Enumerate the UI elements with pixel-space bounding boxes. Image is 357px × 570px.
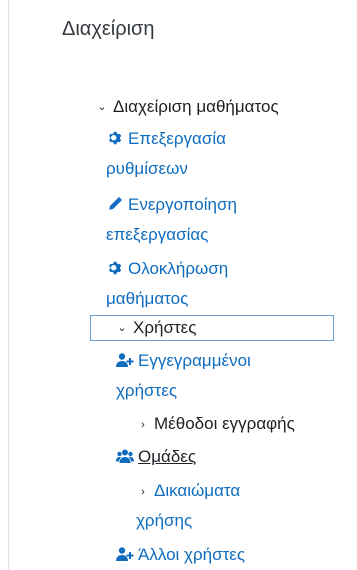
tree-item-groups[interactable]: Ομάδες [116,446,196,468]
tree-item-course-completion[interactable]: Ολοκλήρωση [106,258,228,280]
users-icon [116,448,134,464]
enrolled-users-link-line2[interactable]: χρήστες [116,381,177,400]
tree-item-turn-editing-on-cont[interactable]: επεξεργασίας [106,224,208,246]
course-completion-link-line1[interactable]: Ολοκλήρωση [128,259,228,278]
tree-item-label: Χρήστες [133,318,197,337]
tree-item-turn-editing-on[interactable]: Ενεργοποίηση [106,194,237,216]
tree-item-permissions-cont[interactable]: χρήσης [136,510,192,532]
tree-item-enrolled-users-cont[interactable]: χρήστες [116,380,177,402]
course-completion-link-line2[interactable]: μαθήματος [106,289,188,308]
user-plus-icon [116,546,134,562]
tree-item-enrolment-methods[interactable]: › Μέθοδοι εγγραφής [136,413,295,437]
permissions-link-line1[interactable]: Δικαιώματα [154,481,240,500]
turn-editing-on-link-line2[interactable]: επεξεργασίας [106,225,208,244]
edit-settings-link-line1[interactable]: Επεξεργασία [128,129,226,148]
tree-item-other-users[interactable]: Άλλοι χρήστες [116,544,245,566]
admin-tree: ⌄ Διαχείριση μαθήματος Επεξεργασία ρυθμίσ… [35,0,357,570]
tree-item-course-completion-cont[interactable]: μαθήματος [106,288,188,310]
turn-editing-on-link-line1[interactable]: Ενεργοποίηση [128,195,237,214]
groups-link[interactable]: Ομάδες [138,447,196,466]
permissions-link-line2[interactable]: χρήσης [136,511,192,530]
chevron-right-icon: › [141,486,145,498]
pencil-icon [106,196,124,212]
chevron-right-icon: › [141,419,145,431]
page-divider [8,0,9,570]
tree-item-label: Μέθοδοι εγγραφής [154,414,295,433]
other-users-link[interactable]: Άλλοι χρήστες [138,545,245,564]
tree-item-users[interactable]: ⌄ Χρήστες [115,317,196,341]
chevron-down-icon: ⌄ [117,322,127,334]
tree-item-label: Διαχείριση μαθήματος [113,97,279,116]
tree-item-edit-settings[interactable]: Επεξεργασία [106,128,226,150]
gear-icon [106,130,124,146]
tree-item-edit-settings-cont[interactable]: ρυθμίσεων [106,158,188,180]
gear-icon [106,260,124,276]
administration-block: Διαχείριση ⌄ Διαχείριση μαθήματος Επεξεργ… [35,0,357,570]
user-plus-icon [116,352,134,368]
edit-settings-link-line2[interactable]: ρυθμίσεων [106,159,188,178]
tree-item-permissions[interactable]: › Δικαιώματα [136,480,240,504]
tree-item-course-administration[interactable]: ⌄ Διαχείριση μαθήματος [95,96,279,120]
enrolled-users-link-line1[interactable]: Εγγεγραμμένοι [138,351,251,370]
chevron-down-icon: ⌄ [97,101,107,113]
tree-item-enrolled-users[interactable]: Εγγεγραμμένοι [116,350,251,372]
